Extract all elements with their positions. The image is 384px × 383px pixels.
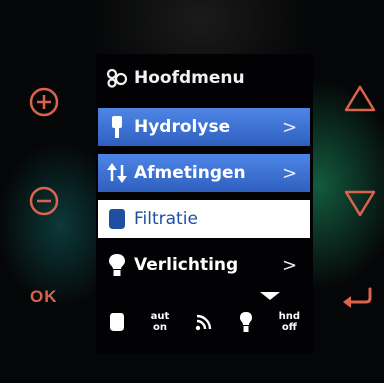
chevron-right-icon: >: [282, 116, 298, 138]
chevron-right-icon: >: [282, 162, 298, 184]
minus-button[interactable]: [26, 183, 62, 219]
filter-mode-bottom: on: [153, 322, 167, 333]
wifi-signal-icon: [195, 313, 213, 331]
chevron-right-icon: >: [282, 254, 298, 276]
page-title: Hoofdmenu: [134, 68, 245, 88]
filter-status-icon: [109, 312, 125, 332]
triangle-down-icon: [344, 190, 376, 217]
menu-item-verlichting[interactable]: Verlichting >: [98, 246, 310, 284]
menu-item-label: Hydrolyse: [134, 117, 231, 137]
display-screen: Hoofdmenu Hydrolyse > Afmetingen > Filtr…: [96, 54, 313, 354]
minus-circle-icon: [29, 186, 59, 216]
back-button[interactable]: [340, 283, 378, 313]
menu-item-label: Filtratie: [134, 209, 198, 229]
plus-button[interactable]: [26, 84, 62, 120]
light-status-icon: [239, 311, 253, 333]
electrode-icon: [104, 113, 130, 141]
menu-item-afmetingen[interactable]: Afmetingen >: [98, 154, 310, 192]
menu-header: Hoofdmenu: [96, 62, 313, 94]
plus-circle-icon: [29, 87, 59, 117]
settings-circles-icon: [104, 66, 130, 90]
menu-item-filtratie[interactable]: Filtratie: [98, 200, 310, 238]
menu-item-label: Verlichting: [134, 255, 239, 275]
menu-item-label: Afmetingen: [134, 163, 246, 183]
light-bulb-icon: [104, 251, 130, 279]
status-bar: aut on hnd off: [96, 300, 313, 344]
filter-mode-status: aut on: [151, 311, 170, 333]
up-down-arrows-icon: [104, 159, 130, 187]
up-button[interactable]: [343, 84, 377, 114]
triangle-up-icon: [344, 85, 376, 112]
filter-icon: [104, 205, 130, 233]
filter-mode-top: aut: [150, 311, 170, 322]
down-button[interactable]: [343, 188, 377, 218]
light-mode-top: hnd: [278, 311, 301, 322]
return-arrow-icon: [343, 287, 372, 308]
light-mode-status: hnd off: [279, 311, 300, 333]
menu-item-hydrolyse[interactable]: Hydrolyse >: [98, 108, 310, 146]
ok-button[interactable]: OK: [30, 287, 58, 307]
light-mode-bottom: off: [281, 322, 297, 333]
